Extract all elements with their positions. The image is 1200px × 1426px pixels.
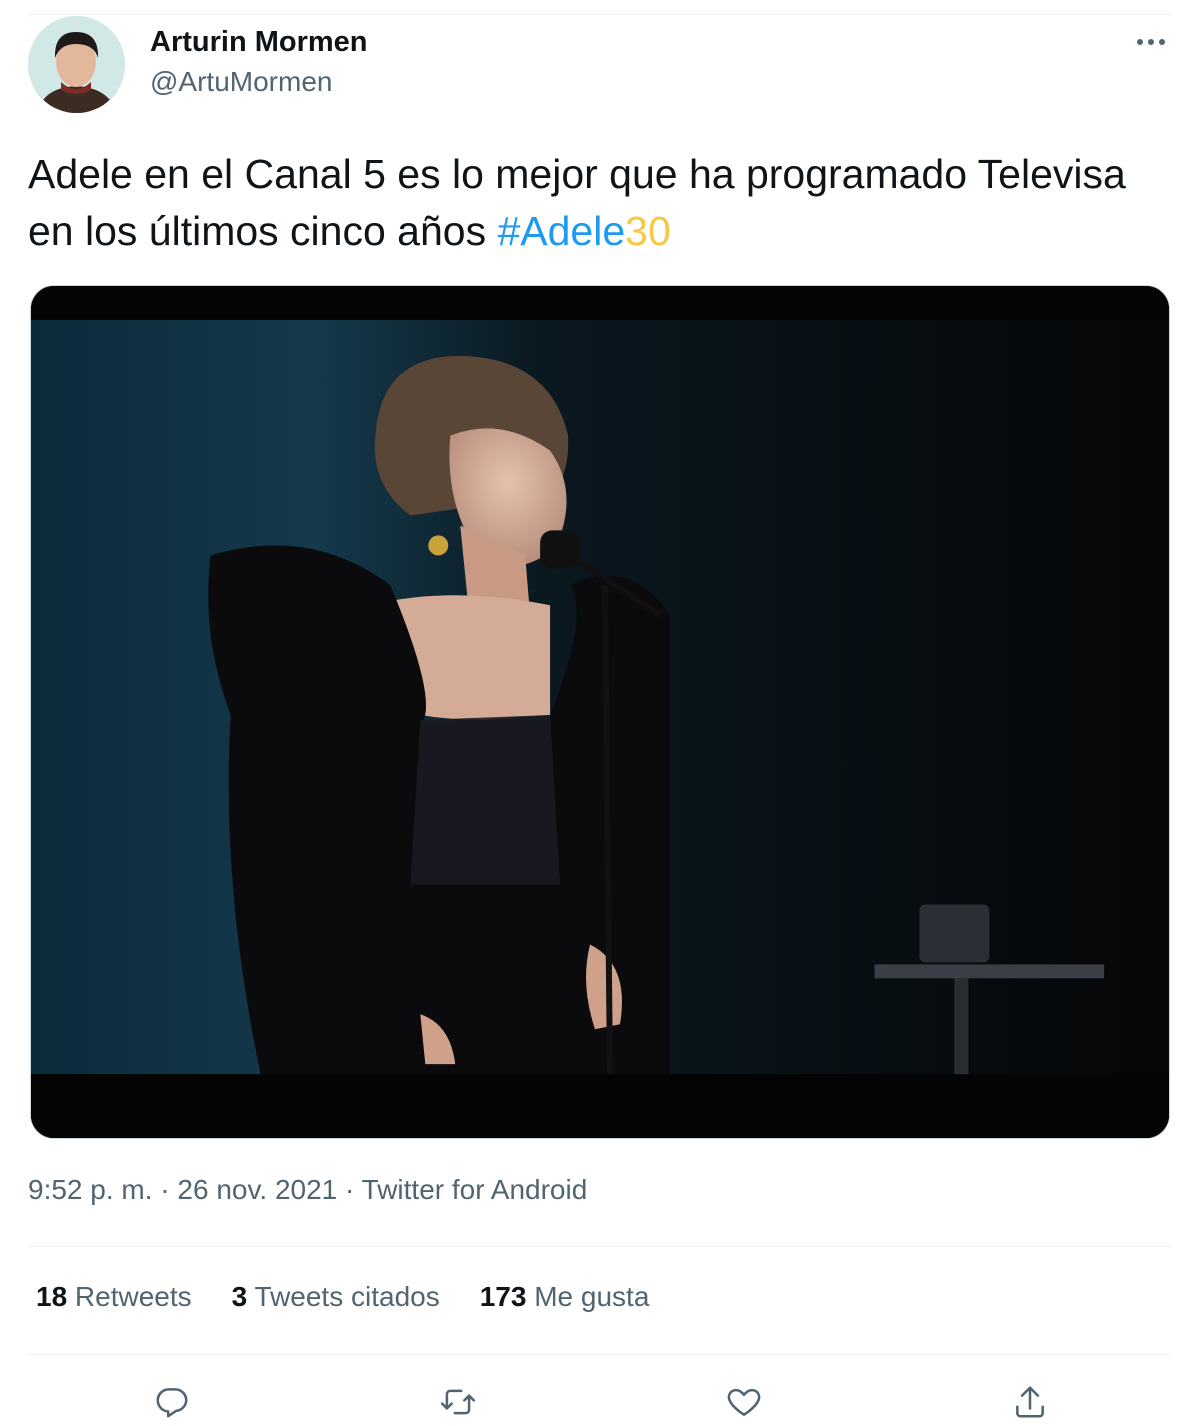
heart-icon xyxy=(727,1388,761,1416)
reply-button[interactable] xyxy=(150,1380,194,1424)
hashtag-text[interactable]: #Adele xyxy=(497,208,625,254)
like-button[interactable] xyxy=(722,1380,766,1424)
quotes-label[interactable]: Tweets citados xyxy=(247,1281,440,1312)
tweet-time[interactable]: 9:52 p. m. xyxy=(28,1174,153,1205)
quotes-stat[interactable]: 3 Tweets citados xyxy=(232,1281,440,1313)
tweet-media-photo[interactable] xyxy=(30,285,1170,1139)
user-handle[interactable]: @ArtuMormen xyxy=(150,66,332,98)
likes-count[interactable]: 173 xyxy=(480,1281,527,1312)
tweet-source[interactable]: Twitter for Android xyxy=(362,1174,588,1205)
retweets-stat[interactable]: 18 Retweets xyxy=(36,1281,192,1313)
share-icon xyxy=(1016,1386,1044,1418)
reply-icon xyxy=(156,1388,188,1418)
tweet-header: Arturin Mormen @ArtuMormen xyxy=(28,16,1172,116)
divider xyxy=(28,1246,1172,1247)
retweet-icon xyxy=(440,1389,476,1415)
meta-separator: · xyxy=(152,1174,178,1205)
more-horizontal-icon[interactable] xyxy=(1134,30,1168,54)
tweet-text: Adele en el Canal 5 es lo mejor que ha p… xyxy=(28,146,1168,260)
tweet-stats: 18 Retweets 3 Tweets citados 173 Me gust… xyxy=(36,1281,649,1313)
hashtag-link[interactable]: #Adele30 xyxy=(497,208,670,254)
hashtag-number[interactable]: 30 xyxy=(625,208,671,254)
divider xyxy=(28,1354,1172,1355)
retweets-label[interactable]: Retweets xyxy=(67,1281,192,1312)
meta-separator: · xyxy=(337,1174,362,1205)
avatar[interactable] xyxy=(28,16,125,113)
top-divider xyxy=(28,14,1172,15)
tweet-meta: 9:52 p. m. · 26 nov. 2021 · Twitter for … xyxy=(28,1174,587,1206)
share-button[interactable] xyxy=(1008,1380,1052,1424)
likes-label[interactable]: Me gusta xyxy=(526,1281,649,1312)
retweets-count[interactable]: 18 xyxy=(36,1281,67,1312)
tweet-actions xyxy=(28,1380,1172,1424)
quotes-count[interactable]: 3 xyxy=(232,1281,248,1312)
retweet-button[interactable] xyxy=(436,1380,480,1424)
tweet-date[interactable]: 26 nov. 2021 xyxy=(177,1174,337,1205)
user-name[interactable]: Arturin Mormen xyxy=(150,26,368,59)
likes-stat[interactable]: 173 Me gusta xyxy=(480,1281,650,1313)
